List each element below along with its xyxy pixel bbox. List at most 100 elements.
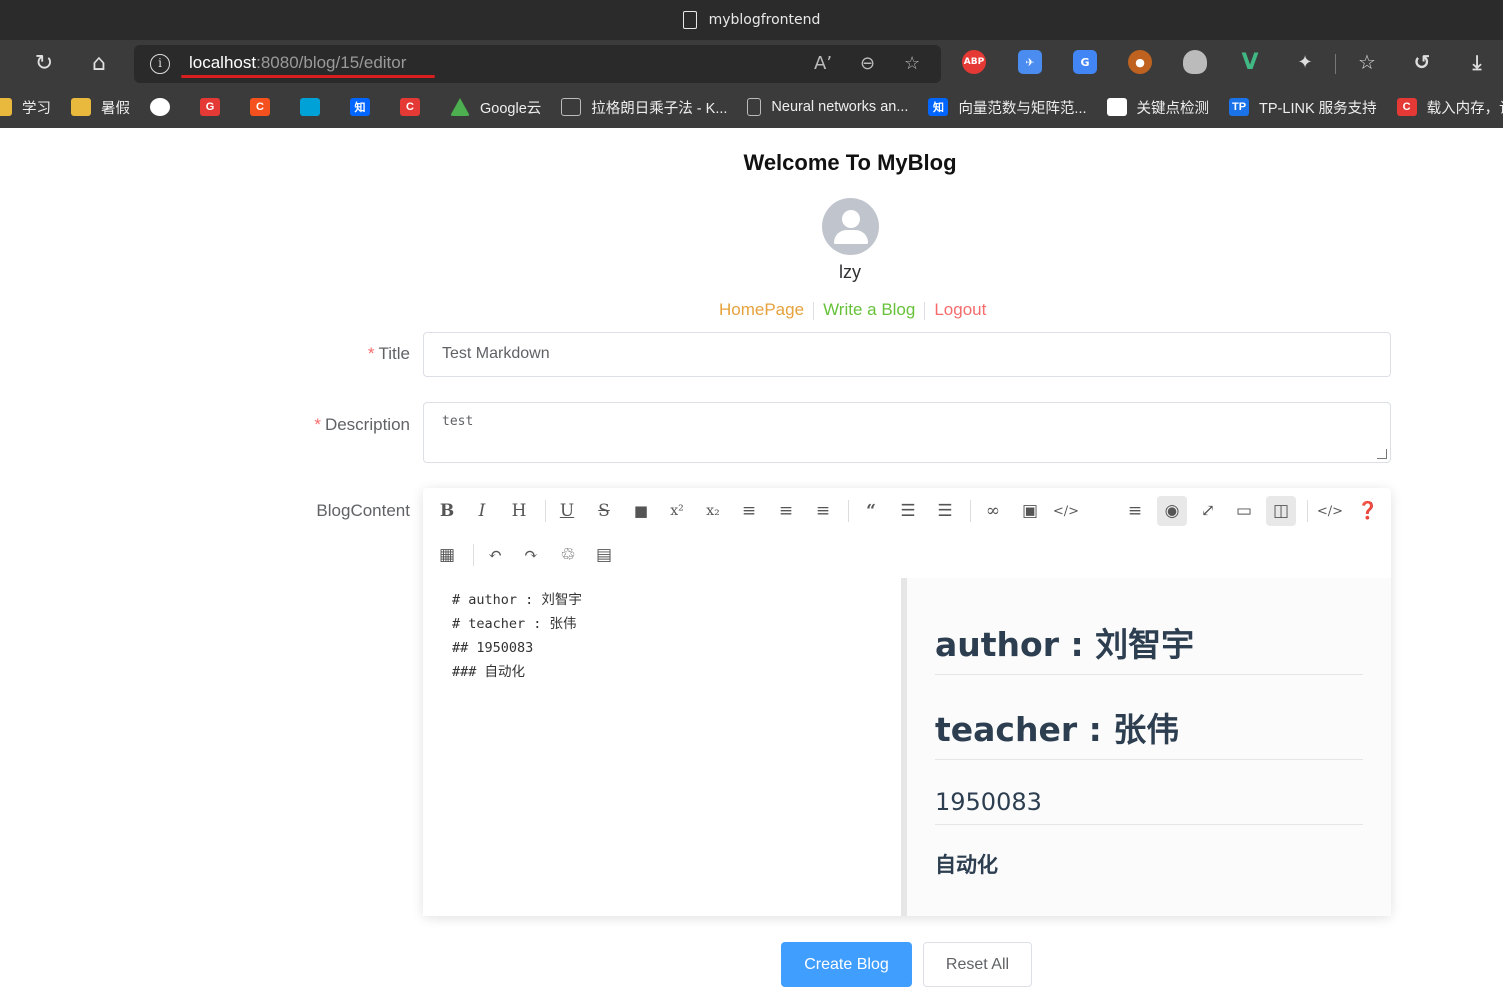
mark-icon[interactable]: ■ <box>626 496 656 526</box>
preview-h1: author : 刘智宇 <box>935 578 1363 675</box>
extensions-puzzle-icon[interactable]: ✦ <box>1293 50 1317 74</box>
address-bar[interactable]: i localhost:8080/blog/15/editor A’ ⊖ ☆ <box>134 45 941 83</box>
table-icon[interactable]: ▦ <box>432 540 462 570</box>
bookmark-g[interactable]: G <box>200 98 230 116</box>
window-icon[interactable]: ▭ <box>1229 496 1259 526</box>
favorites-icon[interactable]: ☆ <box>1355 50 1379 74</box>
strikethrough-icon[interactable]: S <box>589 496 619 526</box>
url-host: localhost <box>189 53 257 72</box>
markdown-line: # teacher : 张伟 <box>452 616 577 632</box>
align-center-icon[interactable]: ≡ <box>771 496 801 526</box>
resize-handle[interactable] <box>1377 449 1387 459</box>
avatar[interactable] <box>822 198 879 255</box>
preview-toggle-icon[interactable]: ◉ <box>1157 496 1187 526</box>
title-bar: myblogfrontend <box>0 0 1503 40</box>
url-underline <box>181 75 435 78</box>
bookmark-memory[interactable]: C 载入内存，让程序 <box>1396 97 1503 118</box>
content-label: BlogContent <box>316 501 410 520</box>
bookmark-neural-networks[interactable]: Neural networks an... <box>747 98 908 116</box>
vue-devtools-icon[interactable]: V <box>1238 50 1262 75</box>
help-icon[interactable]: ❓ <box>1353 496 1383 526</box>
superscript-icon[interactable]: x² <box>662 496 692 526</box>
code-icon[interactable]: </> <box>1051 496 1081 526</box>
ordered-list-icon[interactable]: ☰ <box>893 496 923 526</box>
bookmark-label: 向量范数与矩阵范... <box>958 100 1087 117</box>
toolbar-separator <box>970 500 971 522</box>
markdown-input[interactable]: # author : 刘智宇 # teacher : 张伟 ## 1950083 ##… <box>423 578 901 916</box>
downloads-icon[interactable]: ⤓ <box>1465 50 1489 74</box>
history-icon[interactable]: ↺ <box>1410 50 1434 74</box>
reset-all-button[interactable]: Reset All <box>923 942 1032 987</box>
shield-icon[interactable] <box>1183 50 1207 74</box>
toolbar-separator <box>545 500 546 522</box>
markdown-preview: author : 刘智宇 teacher : 张伟 1950083 自动化 <box>907 578 1391 916</box>
tampermonkey-icon[interactable]: ● <box>1128 50 1152 74</box>
underline-icon[interactable]: U <box>552 496 582 526</box>
create-blog-button[interactable]: Create Blog <box>781 942 912 987</box>
split-view-icon[interactable]: ◫ <box>1266 496 1296 526</box>
subscript-icon[interactable]: x₂ <box>698 496 728 526</box>
markdown-editor: B I H U S ■ x² x₂ ≡ ≡ ≡ “ ☰ ☰ ∞ ▣ </> ≡ … <box>423 488 1391 916</box>
logout-link[interactable]: Logout <box>925 300 995 320</box>
homepage-link[interactable]: HomePage <box>710 300 813 320</box>
trash-icon[interactable]: ♲ <box>553 540 583 570</box>
bold-icon[interactable]: B <box>432 496 462 526</box>
bookmark-zhihu-2[interactable]: 知向量范数与矩阵范... <box>928 97 1087 118</box>
quote-icon[interactable]: “ <box>856 496 886 526</box>
bookmark-label: 学习 <box>22 100 51 117</box>
csdn-icon: C <box>1396 98 1417 116</box>
bookmark-folder-summer[interactable]: 暑假 <box>71 97 130 118</box>
adblock-icon[interactable]: ABP <box>962 50 986 74</box>
avatar-body <box>834 230 868 244</box>
required-mark: * <box>314 415 321 434</box>
url-text[interactable]: localhost:8080/blog/15/editor <box>189 53 406 73</box>
folder-icon <box>71 98 91 116</box>
site-info-icon[interactable]: i <box>150 54 170 74</box>
toolbar-separator <box>848 500 849 522</box>
read-aloud-icon[interactable]: A’ <box>814 53 832 74</box>
document-icon <box>682 11 697 29</box>
bookmark-tplink[interactable]: TP TP-LINK 服务支持 <box>1229 97 1377 118</box>
zoom-out-icon[interactable]: ⊖ <box>860 53 875 74</box>
bookmark-lagrange[interactable]: 拉格朗日乘子法 - K... <box>561 97 727 118</box>
extension-bird-icon[interactable]: ✈ <box>1018 50 1042 74</box>
write-blog-link[interactable]: Write a Blog <box>814 300 924 320</box>
title-label-text: Title <box>378 344 411 363</box>
undo-icon[interactable]: ↶ <box>480 540 510 570</box>
translate-icon[interactable]: G <box>1073 50 1097 74</box>
navigation-icon[interactable]: ≡ <box>1120 496 1150 526</box>
description-textarea[interactable]: test <box>423 402 1391 463</box>
bookmark-label: 暑假 <box>101 100 130 117</box>
bookmark-folder-study[interactable]: 学习 <box>0 97 51 118</box>
html-code-icon[interactable]: </> <box>1315 496 1345 526</box>
github-icon <box>150 98 170 116</box>
title-label: * Title <box>300 344 410 364</box>
link-icon[interactable]: ∞ <box>978 496 1008 526</box>
bookmark-zhihu-1[interactable]: 知 <box>350 98 380 116</box>
redo-icon[interactable]: ↷ <box>516 540 546 570</box>
page-title: Welcome To MyBlog <box>743 150 957 175</box>
bookmark-label: 拉格朗日乘子法 - K... <box>591 100 728 117</box>
heading-icon[interactable]: H <box>504 496 534 526</box>
description-label-text: Description <box>324 415 410 434</box>
csdn-icon: C <box>400 98 420 116</box>
italic-icon[interactable]: I <box>467 496 497 526</box>
image-icon[interactable]: ▣ <box>1015 496 1045 526</box>
add-favorite-icon[interactable]: ☆ <box>904 53 920 74</box>
bookmark-github[interactable] <box>150 98 180 116</box>
unordered-list-icon[interactable]: ☰ <box>930 496 960 526</box>
home-icon[interactable]: ⌂ <box>84 48 114 78</box>
bookmark-csdn-2[interactable]: C <box>400 98 430 116</box>
align-right-icon[interactable]: ≡ <box>808 496 838 526</box>
bookmark-keypoint[interactable]: 关键点检测 <box>1106 97 1209 118</box>
csdn-icon: C <box>250 98 270 116</box>
reload-icon[interactable]: ↻ <box>29 48 59 78</box>
bookmark-csdn-1[interactable]: C <box>250 98 280 116</box>
site-icon <box>1106 98 1127 116</box>
bookmark-google-cloud[interactable]: Google云 <box>450 97 541 118</box>
align-left-icon[interactable]: ≡ <box>734 496 764 526</box>
bookmark-bilibili[interactable] <box>300 98 330 116</box>
fullscreen-icon[interactable]: ⤢ <box>1193 496 1223 526</box>
save-icon[interactable]: ▤ <box>589 540 619 570</box>
title-input[interactable]: Test Markdown <box>423 332 1391 377</box>
